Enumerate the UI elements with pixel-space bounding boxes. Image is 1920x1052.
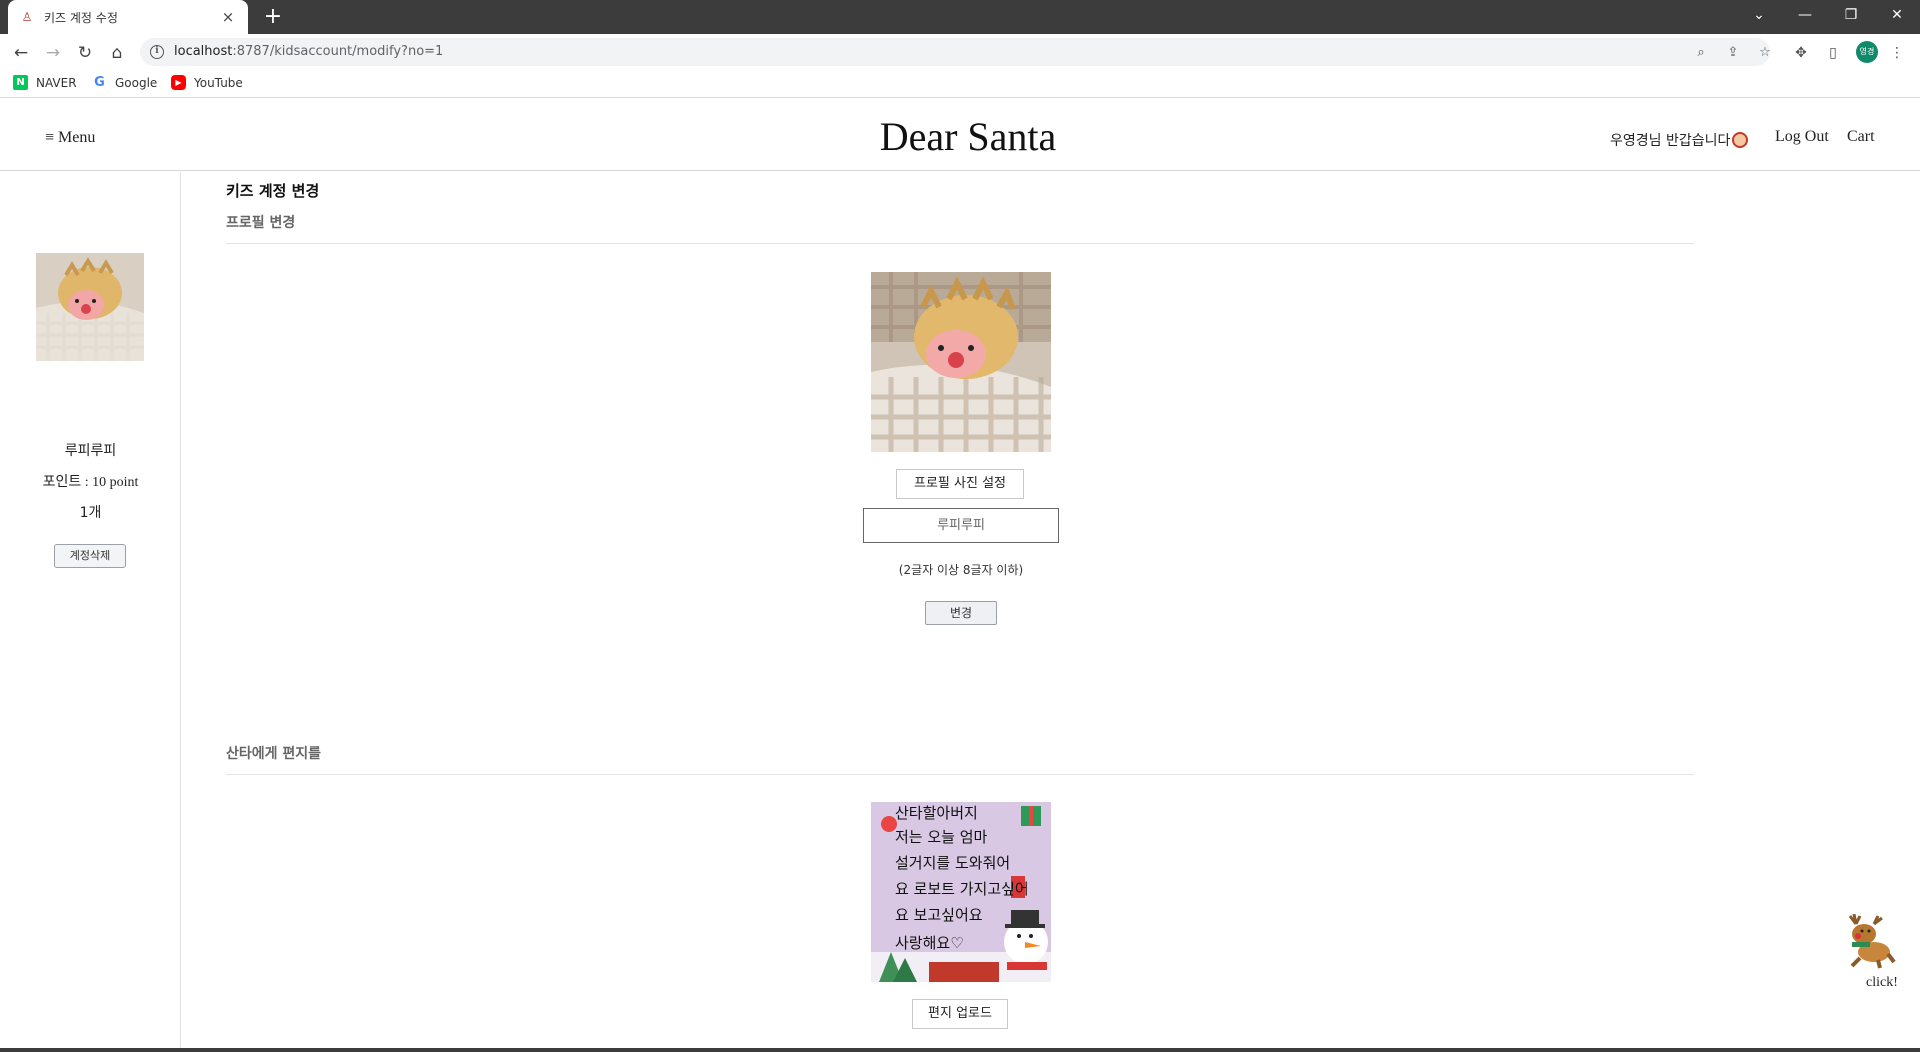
profile-photo-button[interactable]: 프로필 사진 설정: [896, 469, 1024, 499]
bookmark-naver[interactable]: N NAVER: [13, 75, 77, 90]
bookmark-youtube[interactable]: ▶ YouTube: [171, 75, 243, 90]
sidebar-count: 1개: [79, 505, 102, 521]
zoom-icon[interactable]: ⌕: [1692, 44, 1710, 62]
section-divider: [226, 774, 1694, 775]
browser-profile-avatar[interactable]: 영경: [1856, 41, 1878, 63]
svg-text:저는 오늘 엄마: 저는 오늘 엄마: [895, 828, 988, 846]
restore-icon[interactable]: ❐: [1828, 0, 1874, 30]
youtube-icon: ▶: [171, 75, 186, 90]
letter-image: 산타할아버지 저는 오늘 엄마 설거지를 도와줘어 요 로보트 가지고싶어 요 …: [871, 802, 1051, 982]
profile-section-title: 프로필 변경: [226, 215, 296, 231]
bookmark-google[interactable]: G Google: [92, 75, 157, 90]
browser-toolbar: ← → ↻ ⌂ i localhost:8787/kidsaccount/mod…: [0, 34, 1920, 70]
close-tab-icon[interactable]: ×: [220, 9, 236, 25]
change-button[interactable]: 변경: [925, 601, 997, 625]
taskbar-edge: [0, 1048, 1920, 1052]
svg-text:요 로보트 가지고싶어: 요 로보트 가지고싶어: [895, 880, 1029, 898]
address-bar[interactable]: i localhost:8787/kidsaccount/modify?no=1…: [140, 38, 1771, 66]
letter-section-title: 산타에게 편지를: [226, 746, 322, 762]
close-window-icon[interactable]: ✕: [1874, 0, 1920, 30]
profile-photo-preview: [871, 272, 1051, 452]
reload-icon[interactable]: ↻: [72, 40, 98, 66]
bookmark-star-icon[interactable]: ☆: [1756, 44, 1774, 62]
share-icon[interactable]: ⇪: [1724, 44, 1742, 62]
tab-title: 키즈 계정 수정: [44, 10, 118, 25]
browser-tabstrip: ♙ 키즈 계정 수정 × + ⌄ — ❐ ✕: [0, 0, 1920, 34]
letter-upload-button[interactable]: 편지 업로드: [912, 999, 1008, 1029]
browser-tab[interactable]: ♙ 키즈 계정 수정 ×: [8, 0, 248, 34]
svg-text:설거지를 도와줘어: 설거지를 도와줘어: [895, 854, 1010, 872]
nickname-input[interactable]: 루피루피: [863, 508, 1059, 543]
section-divider: [226, 243, 1694, 244]
svg-text:사랑해요♡: 사랑해요♡: [895, 934, 964, 952]
forward-icon[interactable]: →: [40, 40, 66, 66]
minimize-icon[interactable]: —: [1782, 0, 1828, 30]
click-label[interactable]: click!: [1866, 975, 1898, 991]
cart-link[interactable]: Cart: [1847, 128, 1875, 146]
santa-icon: [1732, 132, 1749, 148]
naver-icon: N: [13, 75, 28, 90]
svg-text:산타할아버지: 산타할아버지: [895, 804, 978, 822]
bookmarks-bar: N NAVER G Google ▶ YouTube: [0, 70, 1920, 98]
svg-text:요 보고싶어요: 요 보고싶어요: [895, 906, 983, 924]
account-sidebar: 루피루피 포인트 : 10 point 1개 계정삭제: [0, 172, 181, 1052]
site-header: ≡ Menu Dear Santa 우영경님 반갑습니다 Log Out Car…: [0, 99, 1920, 171]
nickname-hint: (2글자 이상 8글자 이하): [898, 563, 1024, 577]
side-panel-icon[interactable]: ▯: [1822, 42, 1844, 64]
delete-account-button[interactable]: 계정삭제: [54, 544, 126, 568]
logout-link[interactable]: Log Out: [1775, 128, 1829, 146]
google-icon: G: [94, 75, 105, 90]
new-tab-icon[interactable]: +: [260, 4, 286, 30]
sidebar-points: 포인트 : 10 point: [42, 475, 139, 490]
sidebar-kid-name: 루피루피: [64, 443, 117, 459]
extensions-icon[interactable]: ✥: [1790, 42, 1812, 64]
back-icon[interactable]: ←: [8, 40, 34, 66]
site-info-icon[interactable]: i: [150, 45, 164, 59]
tab-search-icon[interactable]: ⌄: [1736, 0, 1782, 30]
url-text: localhost:8787/kidsaccount/modify?no=1: [174, 44, 444, 59]
more-menu-icon[interactable]: ⋮: [1886, 42, 1908, 64]
user-greeting: 우영경님 반갑습니다: [1610, 130, 1749, 150]
page-title: 키즈 계정 변경: [226, 182, 320, 200]
santa-favicon-icon: ♙: [21, 10, 33, 24]
home-icon[interactable]: ⌂: [104, 40, 130, 66]
sidebar-profile-photo: [36, 253, 144, 361]
reindeer-icon[interactable]: [1842, 913, 1898, 970]
